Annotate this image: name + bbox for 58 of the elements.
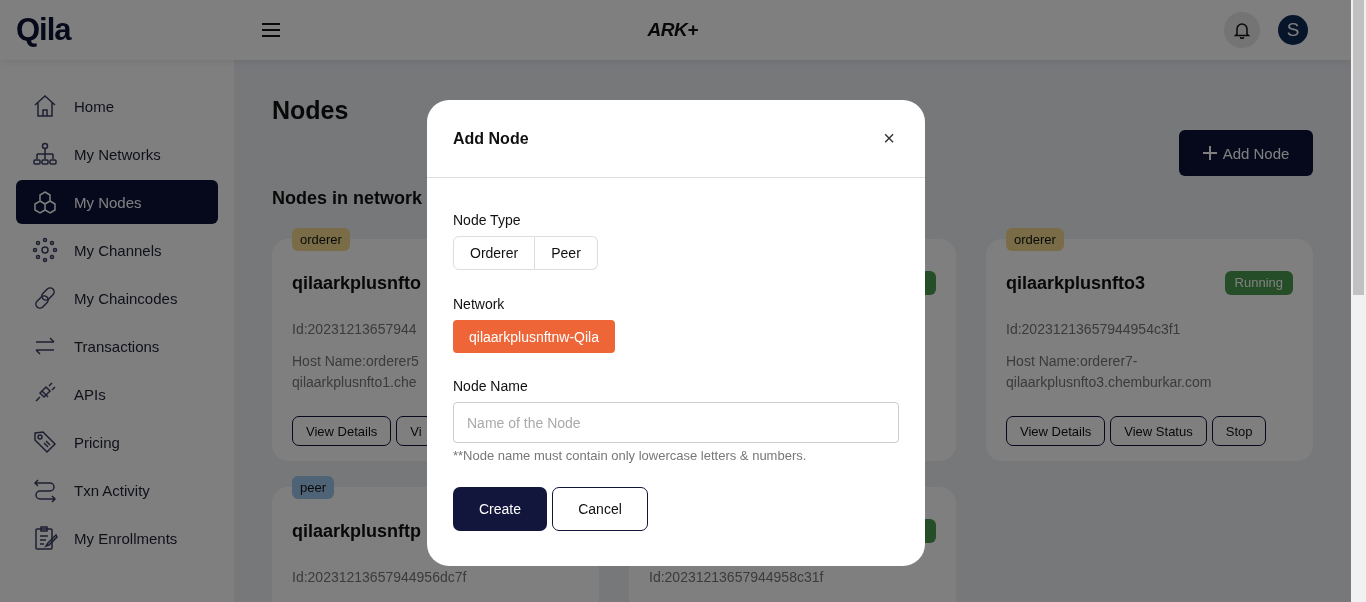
sidebar-item[interactable]: Txn Activity [16,468,218,512]
sidebar-item[interactable]: Home [16,84,218,128]
node-name: qilaarkplusnfto [292,272,421,294]
notifications-button[interactable] [1224,12,1260,48]
brand-logo: ARK+ [647,19,698,41]
node-type-badge: orderer [1006,228,1064,251]
logo[interactable]: Qila [16,12,71,48]
card-action-button[interactable]: View Details [1006,416,1106,446]
field-label: Network [453,296,506,312]
node-type-option[interactable]: Orderer [453,236,536,270]
node-name-input[interactable]: Name of the Node [453,402,899,443]
plus-icon [1202,146,1217,160]
sidebar-item[interactable]: APIs [16,372,218,416]
card-action-button[interactable]: Stop [1211,416,1267,446]
field-label: Node Type [453,212,522,228]
node-name: qilaarkplusnftp [292,520,421,542]
node-id: Id:20231213657944958c31f [649,569,825,585]
nodes-circle-icon [32,237,58,263]
sidebar-item[interactable]: Transactions [16,324,218,368]
host-name: Host Name:orderer7- qilaarkplusnfto3.chemburkar.com [1006,352,1212,392]
add-node-button[interactable]: Add Node [1179,130,1313,176]
node-name: qilaarkplusnfto3 [1006,272,1146,294]
link-icon [32,285,58,311]
clipboard-icon [32,525,58,551]
node-type-badge: orderer [292,228,350,251]
sidebar-item[interactable]: My Channels [16,228,218,272]
card-action-button[interactable]: View Details [292,416,392,446]
hexagons-icon [32,189,58,215]
hierarchy-icon [32,141,58,167]
bell-icon [1234,21,1250,39]
sidebar-item[interactable]: My Chaincodes [16,276,218,320]
loop-arrows-icon [32,477,58,503]
sidebar-item[interactable]: My Enrollments [16,516,218,560]
hint-text: **Node name must contain only lowercase letters & numbers. [453,448,808,463]
sidebar-item[interactable]: My Networks [16,132,218,176]
node-id: Id:20231213657944 [292,321,418,337]
scrollbar[interactable] [1351,0,1366,602]
home-icon [32,93,58,119]
host-name: Host Name:orderer5 qilaarkplusnfto1.che [292,352,419,392]
field-label: Node Name [453,378,529,394]
close-button[interactable]: × [879,127,899,150]
node-id: Id:20231213657944956dc7f [292,569,468,585]
network-chip[interactable]: qilaarkplusnftnw-Qila [453,320,615,353]
tag-icon [32,429,58,455]
node-type-option[interactable]: Peer [535,236,598,270]
dialog-title: Add Node [453,129,529,148]
sidebar-item[interactable]: My Nodes [16,180,218,224]
status-badge: Running [1224,271,1293,295]
menu-icon[interactable] [261,23,280,37]
cancel-button[interactable]: Cancel [552,487,648,531]
node-type-badge: peer [292,476,335,499]
create-button[interactable]: Create [453,487,547,531]
card-action-button[interactable]: View Status [1110,416,1207,446]
page-title: Nodes [272,96,349,125]
section-title: Nodes in network [272,188,424,209]
user-avatar[interactable]: S [1278,15,1308,45]
node-id: Id:20231213657944954c3f1 [1006,321,1182,337]
sidebar-item[interactable]: Pricing [16,420,218,464]
